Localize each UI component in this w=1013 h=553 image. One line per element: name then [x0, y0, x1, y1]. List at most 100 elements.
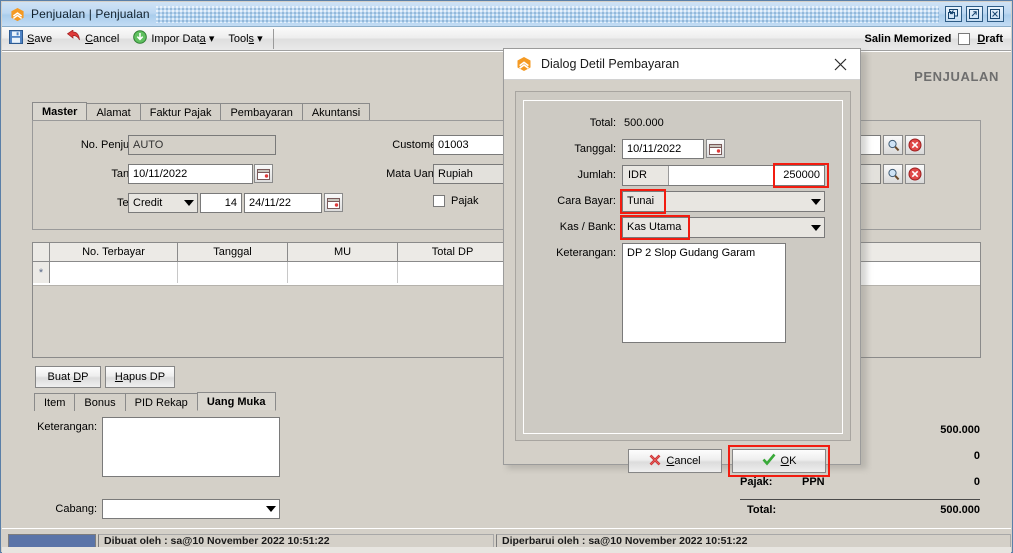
maximize-icon[interactable] — [966, 6, 983, 22]
tab-bonus[interactable]: Bonus — [74, 393, 126, 411]
tab-master-label: Master — [42, 106, 78, 118]
totals-divider — [740, 499, 980, 500]
customer-search-icon[interactable] — [883, 135, 903, 155]
tab-pid-rekap-label: PID Rekap — [134, 397, 188, 409]
dp-col-total-dp[interactable]: Total DP — [398, 243, 508, 261]
dialog-body: Total: 500.000 Tanggal: 10/11/2022 Jumla… — [504, 80, 862, 477]
titlebar-texture — [155, 5, 939, 23]
tab-uang-muka[interactable]: Uang Muka — [196, 392, 276, 411]
module-watermark: PENJUALAN — [914, 69, 999, 84]
dp-col-tanggal[interactable]: Tanggal — [178, 243, 288, 261]
import-icon — [133, 30, 148, 47]
buat-dp-button[interactable]: Buat DP — [35, 366, 101, 388]
dialog-total-value: 500.000 — [624, 117, 664, 129]
customer-clear-icon[interactable] — [905, 135, 925, 155]
dp-grid-corner — [33, 243, 50, 261]
dp-row-marker: * — [33, 262, 50, 283]
draft-label: Draft — [977, 32, 1003, 45]
dialog-cancel-button[interactable]: Cancel — [628, 449, 722, 473]
dp-cell-no-terbayar[interactable] — [50, 262, 178, 283]
dialog-titlebar: Dialog Detil Pembayaran — [504, 49, 860, 80]
dialog-jumlah-label: Jumlah: — [577, 169, 616, 181]
buat-dp-label: Buat DP — [47, 371, 89, 383]
hapus-dp-label: Hapus DP — [114, 371, 166, 383]
termin-select[interactable]: Credit — [128, 193, 198, 213]
tab-master[interactable]: Master — [32, 102, 88, 121]
dialog-outer-frame: Total: 500.000 Tanggal: 10/11/2022 Jumla… — [515, 91, 851, 441]
cabang-label: Cabang: — [55, 503, 97, 515]
termin-value: Credit — [133, 197, 163, 209]
no-penjualan-field[interactable]: AUTO — [128, 135, 276, 155]
chevron-down-icon — [266, 506, 276, 512]
chevron-down-icon — [811, 224, 821, 231]
payment-detail-dialog: Dialog Detil Pembayaran Total: 500.000 T… — [503, 48, 862, 477]
tab-akuntansi[interactable]: Akuntansi — [301, 103, 371, 121]
tab-alamat-label: Alamat — [96, 107, 131, 119]
tools-button[interactable]: Tools ▾ — [221, 29, 269, 49]
window-controls — [945, 6, 1004, 22]
tab-pembayaran[interactable]: Pembayaran — [220, 103, 303, 121]
dp-col-no-terbayar[interactable]: No. Terbayar — [50, 243, 178, 261]
restore-icon[interactable] — [945, 6, 962, 22]
dp-cell-total-dp[interactable] — [398, 262, 508, 283]
dialog-keterangan-textarea[interactable]: DP 2 Slop Gudang Garam — [622, 243, 786, 343]
save-label-rest: ave — [34, 32, 53, 45]
grand-total-label: Total: — [747, 504, 777, 516]
tab-akuntansi-label: Akuntansi — [311, 107, 361, 119]
dialog-calendar-icon[interactable] — [706, 139, 725, 158]
close-icon[interactable] — [987, 6, 1004, 22]
tab-bonus-label: Bonus — [84, 397, 116, 409]
tab-pid-rekap[interactable]: PID Rekap — [124, 393, 198, 411]
hexagon-logo-icon — [10, 7, 25, 22]
termin-calendar-icon[interactable] — [324, 193, 343, 212]
pajak-checkbox[interactable] — [433, 195, 445, 207]
dialog-kas-bank-label: Kas / Bank: — [559, 221, 616, 233]
dp-cell-mu[interactable] — [288, 262, 398, 283]
detail-keterangan-textarea[interactable] — [102, 417, 280, 477]
dialog-tanggal-field[interactable]: 10/11/2022 — [622, 139, 704, 159]
pajak-total-label: Pajak: — [740, 476, 773, 488]
chevron-down-icon — [811, 198, 821, 205]
pajak-total-value: 0 — [973, 476, 980, 488]
save-button[interactable]: Save — [2, 29, 59, 49]
cancel-x-icon — [649, 454, 661, 469]
dp-col-mu[interactable]: MU — [288, 243, 398, 261]
save-icon — [9, 30, 23, 47]
mata-uang-clear-icon[interactable] — [905, 164, 925, 184]
tab-faktur-pajak-label: Faktur Pajak — [149, 107, 212, 119]
pajak-label: Pajak — [451, 195, 479, 207]
tab-item[interactable]: Item — [34, 393, 76, 411]
window-titlebar: Penjualan | Penjualan — [2, 2, 1011, 27]
window-title: Penjualan | Penjualan — [31, 7, 150, 21]
dialog-tanggal-label: Tanggal: — [574, 143, 616, 155]
horizontal-scrollbar[interactable] — [2, 547, 1011, 553]
salin-memorized-button[interactable]: Salin Memorized — [865, 33, 952, 45]
cabang-select[interactable] — [102, 499, 280, 519]
tab-uang-muka-label: Uang Muka — [206, 396, 266, 408]
ok-button-highlight — [728, 445, 830, 477]
hexagon-logo-icon — [516, 56, 532, 72]
hapus-dp-button[interactable]: Hapus DP — [105, 366, 175, 388]
termin-date-field[interactable]: 24/11/22 — [244, 193, 322, 213]
grand-total-value: 500.000 — [940, 504, 980, 516]
tab-alamat[interactable]: Alamat — [86, 103, 141, 121]
cancel-button[interactable]: Cancel — [59, 29, 126, 49]
draft-checkbox[interactable] — [958, 32, 971, 45]
tab-item-label: Item — [44, 397, 66, 409]
detail-tabstrip: Item Bonus PID Rekap Uang Muka — [34, 392, 276, 411]
close-icon[interactable] — [831, 55, 849, 73]
pajak-checkbox-row[interactable]: Pajak — [433, 195, 479, 207]
termin-days-field[interactable]: 14 — [200, 193, 242, 213]
tanggal-calendar-icon[interactable] — [254, 164, 273, 183]
dp-cell-tanggal[interactable] — [178, 262, 288, 283]
tab-faktur-pajak[interactable]: Faktur Pajak — [139, 103, 222, 121]
dialog-jumlah-currency: IDR — [623, 166, 669, 185]
tanggal-field[interactable]: 10/11/2022 — [128, 164, 253, 184]
import-data-button[interactable]: Impor Data ▾ — [126, 29, 221, 49]
kas-bank-highlight — [620, 215, 690, 240]
chevron-down-icon — [184, 200, 194, 206]
mata-uang-label: Mata Uang: — [386, 168, 443, 180]
mata-uang-search-icon[interactable] — [883, 164, 903, 184]
cancel-arrow-icon — [66, 29, 81, 47]
detail-keterangan-label: Keterangan: — [37, 421, 97, 433]
